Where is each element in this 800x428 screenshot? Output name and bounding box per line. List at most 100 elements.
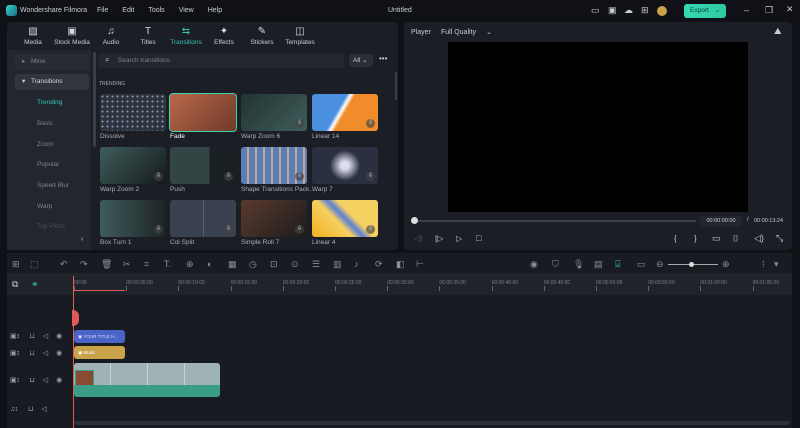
progress-track[interactable] <box>414 220 696 222</box>
playhead-line[interactable] <box>73 276 74 428</box>
download-icon[interactable]: ⇩ <box>295 172 304 181</box>
tab-media[interactable]: ▨ Media <box>13 26 53 46</box>
download-icon[interactable]: ⇩ <box>366 172 375 181</box>
menu-file[interactable]: File <box>97 7 108 14</box>
sidebar-item-popular[interactable]: Popular <box>15 157 89 173</box>
cut-icon[interactable]: ✂ <box>123 259 131 270</box>
lock-icon[interactable]: ⊔ <box>28 406 33 413</box>
eye-icon[interactable]: ◉ <box>56 333 62 340</box>
text-icon[interactable]: T. <box>164 259 171 269</box>
transition-thumbnail[interactable]: ⇩ <box>241 200 307 237</box>
title-clip[interactable]: ▣ YOUR TITLE H... <box>74 330 125 343</box>
sidebar-scrollbar[interactable] <box>93 52 96 147</box>
eye-icon[interactable]: ◉ <box>56 350 62 357</box>
layout-icon[interactable]: ⊞ <box>12 259 20 270</box>
download-icon[interactable]: ⇩ <box>366 225 375 234</box>
download-icon[interactable]: ⇩ <box>224 172 233 181</box>
mark-out-icon[interactable]: } <box>694 234 697 243</box>
zoom-slider-handle[interactable] <box>689 262 694 267</box>
menu-help[interactable]: Help <box>208 7 222 14</box>
camera-icon[interactable]: ⌷ <box>733 233 738 244</box>
stop-icon[interactable]: □ <box>476 233 481 243</box>
mute-icon[interactable]: ◁ <box>43 377 48 384</box>
mute-icon[interactable]: ◁ <box>41 406 46 413</box>
transition-thumbnail[interactable] <box>169 93 237 132</box>
download-icon[interactable]: ⇩ <box>154 225 163 234</box>
snapshot-icon[interactable]: ⛰ <box>774 26 782 37</box>
mute-icon[interactable]: ◁ <box>43 350 48 357</box>
download-icon[interactable]: ⇩ <box>366 119 375 128</box>
quality-dropdown[interactable]: Full Quality ⌄ <box>438 26 494 39</box>
menu-view[interactable]: View <box>179 7 194 14</box>
transition-thumbnail[interactable]: ⇩ <box>100 200 166 237</box>
sidebar-group-transitions[interactable]: ▾ Transitions <box>15 74 89 90</box>
lock-icon[interactable]: ⊔ <box>29 377 34 384</box>
volume-icon[interactable]: ◁) <box>754 233 764 244</box>
transition-thumbnail[interactable]: ⇩ <box>100 147 166 184</box>
transition-thumbnail[interactable]: ⇩ <box>170 147 236 184</box>
timeline-scrollbar[interactable] <box>74 421 790 425</box>
marker-icon[interactable]: ⛉ <box>552 259 559 270</box>
save-icon[interactable]: ▣ <box>608 5 617 16</box>
subtitle-icon[interactable]: ▭ <box>637 259 646 270</box>
fullscreen-icon[interactable]: ⤡ <box>776 233 783 244</box>
track-manager-icon[interactable]: ⧉ <box>12 279 18 290</box>
redo-icon[interactable]: ↷ <box>80 259 88 270</box>
mic-icon[interactable]: 🎙 <box>573 259 584 270</box>
mask-icon[interactable]: ▦ <box>228 259 237 270</box>
progress-handle[interactable] <box>411 217 418 224</box>
zoom-icon[interactable]: ⊕ <box>186 259 194 270</box>
beat-icon[interactable]: ♪ <box>354 259 359 269</box>
lock-icon[interactable]: ⊔ <box>29 333 34 340</box>
tab-audio[interactable]: ♫ Audio <box>91 26 131 46</box>
tab-stickers[interactable]: ✎ Stickers <box>242 26 282 46</box>
select-icon[interactable]: ⬚ <box>30 259 39 270</box>
collapse-sidebar-icon[interactable]: ‹ <box>81 236 83 243</box>
user-avatar[interactable] <box>657 6 667 16</box>
auto-ripple-icon[interactable]: ⌸ <box>615 259 620 270</box>
mute-icon[interactable]: ◁ <box>43 333 48 340</box>
eye-icon[interactable]: ◉ <box>56 377 62 384</box>
menu-tools[interactable]: Tools <box>148 7 164 14</box>
close-button[interactable]: ✕ <box>786 4 794 15</box>
sidebar-item-top-picks[interactable]: Top Picks <box>15 219 89 235</box>
zoom-out-icon[interactable]: ⊖ <box>656 259 664 270</box>
speed-icon[interactable]: ◷ <box>249 259 257 270</box>
next-frame-icon[interactable]: |▷ <box>435 234 443 243</box>
snapshot-track-icon[interactable]: ▤ <box>594 259 603 270</box>
restore-button[interactable]: ❐ <box>765 5 773 16</box>
download-icon[interactable]: ⇩ <box>295 225 304 234</box>
download-icon[interactable]: ⇩ <box>154 172 163 181</box>
library-scrollbar[interactable] <box>395 72 397 100</box>
grid-icon[interactable]: ⊞ <box>641 5 649 16</box>
tab-stock-media[interactable]: ▣ Stock Media <box>52 26 92 46</box>
link-icon[interactable]: ⚭ <box>31 279 39 290</box>
download-icon[interactable]: ⇩ <box>295 119 304 128</box>
tab-transitions[interactable]: ⇆ Transitions <box>166 26 206 46</box>
crop-fit-icon[interactable]: ◧ <box>396 259 405 270</box>
monitor-icon[interactable]: ▭ <box>591 5 600 16</box>
transition-thumbnail[interactable]: ⇩ <box>241 94 307 131</box>
render-icon[interactable]: ◉ <box>530 259 538 270</box>
sidebar-item-zoom[interactable]: Zoom <box>15 137 89 153</box>
grid-settings-icon[interactable]: ⁞ <box>762 259 765 269</box>
tab-titles[interactable]: T Titles <box>128 26 168 46</box>
chevron-down-icon[interactable]: ▾ <box>774 259 779 270</box>
video-preview[interactable] <box>448 42 748 212</box>
cloud-icon[interactable]: ☁ <box>624 5 633 16</box>
transition-thumbnail[interactable]: ⇩ <box>170 200 236 237</box>
filter-dropdown[interactable]: All ⌄ <box>349 54 373 67</box>
transition-thumbnail[interactable] <box>100 94 166 131</box>
undo-icon[interactable]: ↶ <box>60 259 68 270</box>
transition-thumbnail[interactable]: ⇩ <box>312 94 378 131</box>
previous-frame-icon[interactable]: ◁| <box>414 234 422 243</box>
color-icon[interactable]: ◐ <box>207 259 212 269</box>
lock-icon[interactable]: ⊔ <box>29 350 34 357</box>
search-input[interactable]: Search transitions <box>118 57 170 64</box>
mark-in-icon[interactable]: { <box>674 234 677 243</box>
delete-icon[interactable]: 🗑 <box>101 259 112 270</box>
sidebar-item-trending[interactable]: Trending <box>15 95 89 111</box>
tab-templates[interactable]: ◫ Templates <box>280 26 320 46</box>
export-button[interactable]: Export ⌄ <box>684 4 726 18</box>
music-clip[interactable]: ▣ Music <box>74 346 125 359</box>
